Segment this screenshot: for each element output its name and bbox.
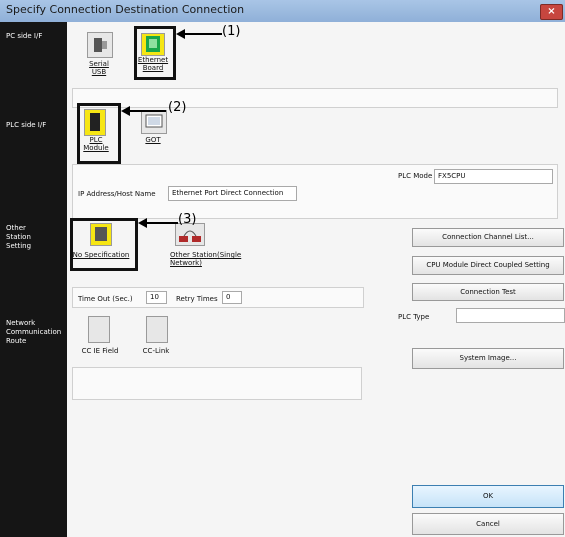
callout-arrow-1 (185, 33, 222, 35)
sidebar-label-plc-side: PLC side I/F (6, 121, 47, 129)
close-button[interactable]: × (540, 4, 563, 20)
timeout-label: Time Out (Sec.) (78, 295, 133, 303)
pc-side-detail-panel (72, 88, 558, 108)
sidebar-label-network-route: Network Communication Route (6, 319, 62, 345)
callout-arrowhead-1 (176, 29, 185, 39)
plc-module-label[interactable]: PLC Module (81, 136, 111, 152)
plc-mode-field[interactable]: FX5CPU (434, 169, 553, 184)
window-title: Specify Connection Destination Connectio… (6, 3, 245, 16)
cc-link-label[interactable]: CC-Link (136, 347, 176, 355)
ok-button[interactable]: OK (412, 485, 564, 508)
timeout-field[interactable]: 10 (146, 291, 167, 304)
plc-type-field[interactable] (456, 308, 565, 323)
plc-module-icon[interactable] (84, 109, 106, 136)
ip-address-field[interactable]: Ethernet Port Direct Connection (168, 186, 297, 201)
callout-2: (2) (168, 100, 187, 115)
plc-mode-label: PLC Mode (398, 172, 433, 180)
ethernet-board-label[interactable]: Ethernet Board (137, 56, 169, 72)
sidebar (0, 22, 67, 537)
callout-arrowhead-2 (121, 106, 130, 116)
no-specification-label[interactable]: No Specification (70, 251, 132, 259)
callout-1: (1) (222, 24, 241, 39)
network-route-panel (72, 367, 362, 400)
system-image-button[interactable]: System Image... (412, 348, 564, 369)
cancel-button[interactable]: Cancel (412, 513, 564, 535)
cc-link-icon[interactable] (146, 316, 168, 343)
connection-test-button[interactable]: Connection Test (412, 283, 564, 301)
plc-type-label: PLC Type (398, 313, 430, 321)
cc-ie-field-label[interactable]: CC IE Field (75, 347, 125, 355)
retry-times-field[interactable]: 0 (222, 291, 242, 304)
sidebar-label-pc-side: PC side I/F (6, 32, 43, 40)
serial-usb-label[interactable]: Serial USB (82, 60, 116, 76)
ip-address-label: IP Address/Host Name (78, 190, 156, 198)
cpu-module-direct-coupled-button[interactable]: CPU Module Direct Coupled Setting (412, 256, 564, 275)
connection-channel-list-button[interactable]: Connection Channel List... (412, 228, 564, 247)
callout-arrow-2 (129, 110, 166, 112)
ethernet-board-icon[interactable] (141, 33, 165, 56)
retry-times-label: Retry Times (176, 295, 218, 303)
callout-3: (3) (178, 212, 197, 227)
other-station-single-network-label[interactable]: Other Station(Single Network) (170, 251, 250, 267)
sidebar-label-other-station: Other Station Setting (6, 224, 32, 250)
cc-ie-field-icon[interactable] (88, 316, 110, 343)
callout-arrow-3 (147, 222, 178, 224)
got-icon[interactable] (141, 110, 167, 134)
no-specification-icon[interactable] (90, 223, 112, 246)
got-label[interactable]: GOT (140, 136, 166, 144)
serial-usb-icon[interactable] (87, 32, 113, 58)
callout-arrowhead-3 (138, 218, 147, 228)
